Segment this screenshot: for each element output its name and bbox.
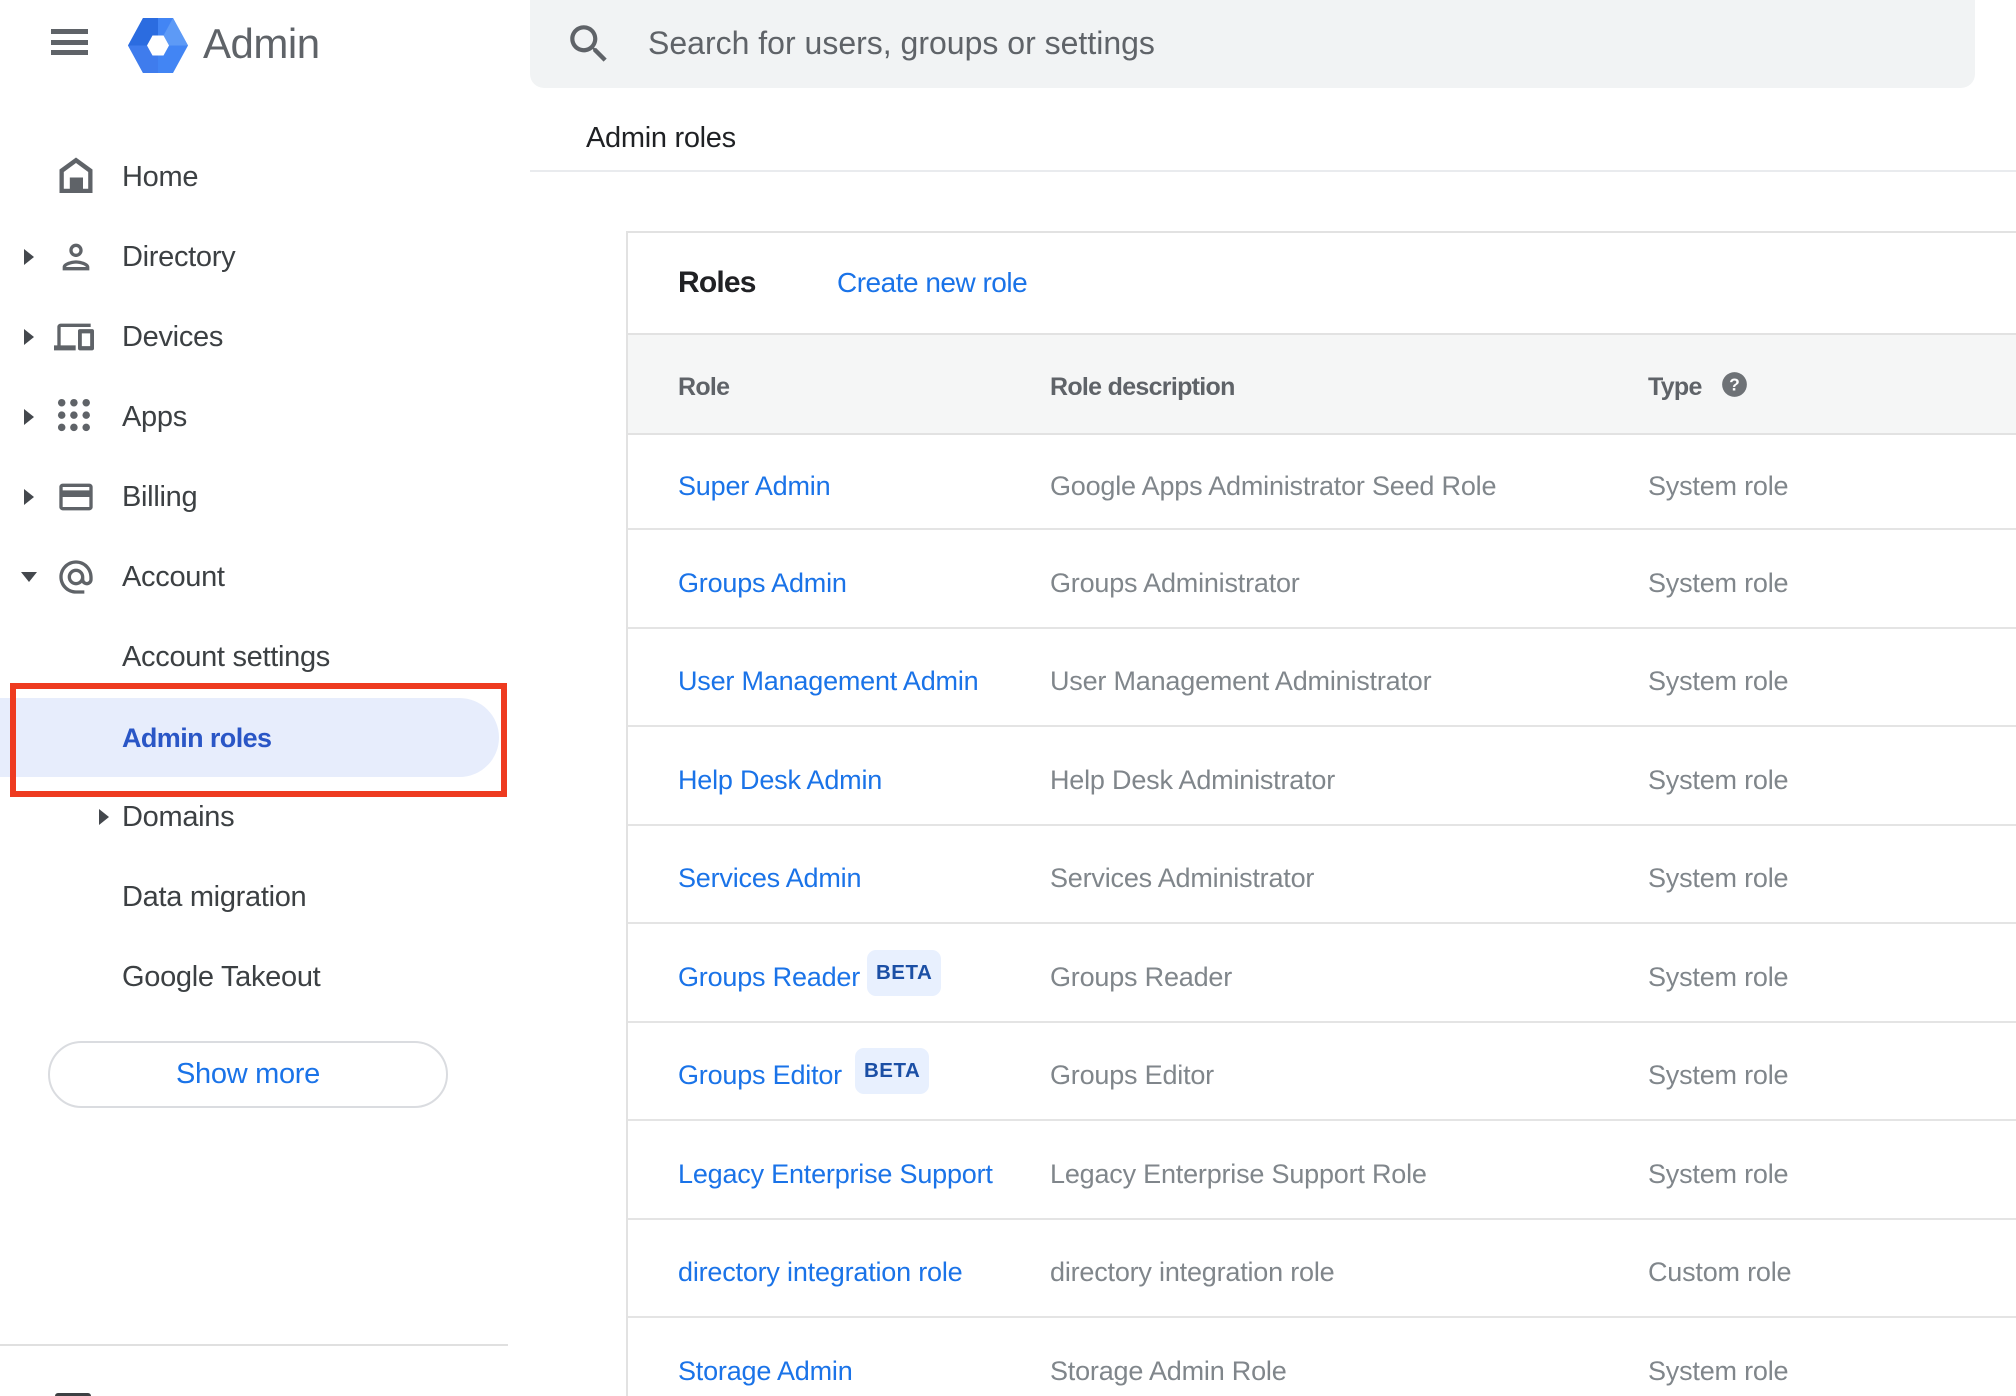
svg-text:?: ? bbox=[1729, 374, 1740, 394]
